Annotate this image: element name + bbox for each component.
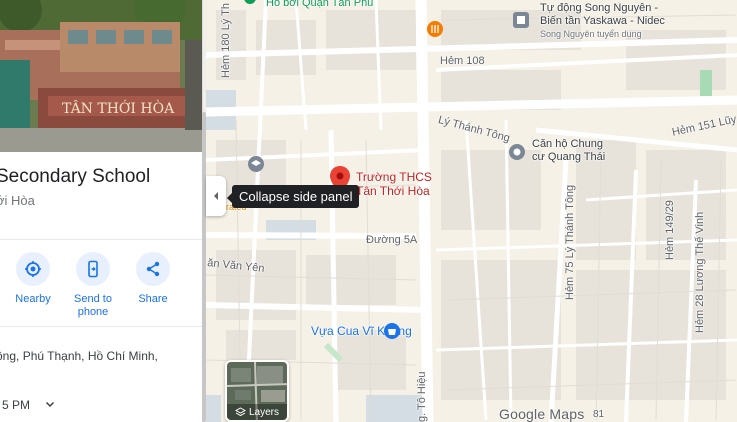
layers-button[interactable]: Layers bbox=[225, 360, 289, 422]
business-marker-icon[interactable] bbox=[512, 11, 530, 29]
street-label: g. Tô Hiệu bbox=[416, 371, 428, 422]
map-canvas[interactable]: Hồ bơi Quận Tân Phú Tự động Song Nguyên … bbox=[206, 0, 737, 422]
side-panel: TÂN THỚI HÒA Secondary School ới Hòa Nea… bbox=[0, 0, 203, 422]
street-label: Đường 5A bbox=[366, 234, 418, 246]
residential-marker-icon[interactable] bbox=[508, 143, 526, 161]
hours-text[interactable]: 5 PM bbox=[2, 398, 30, 412]
street-label: Hẻm 180 Lý Th bbox=[220, 2, 232, 78]
street-label: Hẻm 28 Lương Thế Vinh bbox=[694, 211, 706, 333]
chevron-down-icon[interactable] bbox=[44, 398, 56, 410]
google-maps-logo: Google Maps bbox=[499, 406, 585, 422]
poi-label[interactable]: Hồ bơi Quận Tân Phú bbox=[266, 0, 373, 9]
selected-place-label[interactable]: Tân Thới Hòa bbox=[356, 184, 430, 198]
nearby-icon bbox=[25, 261, 41, 277]
send-to-phone-icon bbox=[88, 260, 98, 278]
send-to-phone-label: Send to phone bbox=[74, 293, 112, 318]
place-subtitle: ới Hòa bbox=[0, 193, 35, 208]
address-text[interactable]: ông, Phú Thạnh, Hồ Chí Minh, bbox=[0, 349, 158, 363]
poi-label[interactable]: Căn hộ Chung bbox=[532, 138, 603, 150]
maps-window: TÂN THỚI HÒA Secondary School ới Hòa Nea… bbox=[0, 0, 737, 422]
divider bbox=[0, 326, 202, 327]
shopping-marker-icon[interactable] bbox=[383, 322, 401, 340]
caret-left-icon bbox=[214, 192, 218, 200]
poi-sublabel: Song Nguyên tuyển dụng bbox=[540, 29, 642, 39]
place-title: Secondary School bbox=[0, 166, 151, 187]
street-label: Hẻm 75 Lý Thánh Tông bbox=[564, 184, 576, 300]
divider bbox=[0, 239, 202, 240]
poi-label[interactable]: Tự động Song Nguyên - bbox=[540, 2, 658, 14]
selected-place-label[interactable]: Trường THCS bbox=[356, 170, 432, 184]
restaurant-marker-icon[interactable] bbox=[426, 20, 444, 38]
share-label: Share bbox=[138, 293, 168, 305]
nearby-label: Nearby bbox=[15, 293, 51, 305]
collapse-panel-tooltip: Collapse side panel bbox=[226, 185, 360, 208]
share-button[interactable]: Share bbox=[123, 252, 183, 306]
nearby-button[interactable]: Nearby bbox=[3, 252, 63, 306]
pool-marker-icon[interactable] bbox=[242, 0, 258, 8]
send-to-phone-button[interactable]: Send to phone bbox=[63, 252, 123, 319]
layers-icon bbox=[234, 407, 246, 417]
school-sign-text: TÂN THỚI HÒA bbox=[62, 99, 175, 117]
poi-label[interactable]: Biến tần Yaskawa - Nidec bbox=[540, 15, 665, 27]
street-label: Hẻm 149/29 bbox=[664, 200, 676, 260]
school-marker-icon[interactable] bbox=[247, 155, 265, 173]
map-corner-number: 81 bbox=[593, 409, 605, 420]
poi-label[interactable]: cư Quang Thái bbox=[532, 151, 605, 163]
share-icon bbox=[146, 261, 160, 277]
layers-label: Layers bbox=[248, 407, 279, 418]
street-label: Hẻm 108 bbox=[440, 55, 485, 67]
place-photo[interactable]: TÂN THỚI HÒA bbox=[0, 0, 202, 152]
collapse-panel-button[interactable] bbox=[206, 176, 226, 216]
